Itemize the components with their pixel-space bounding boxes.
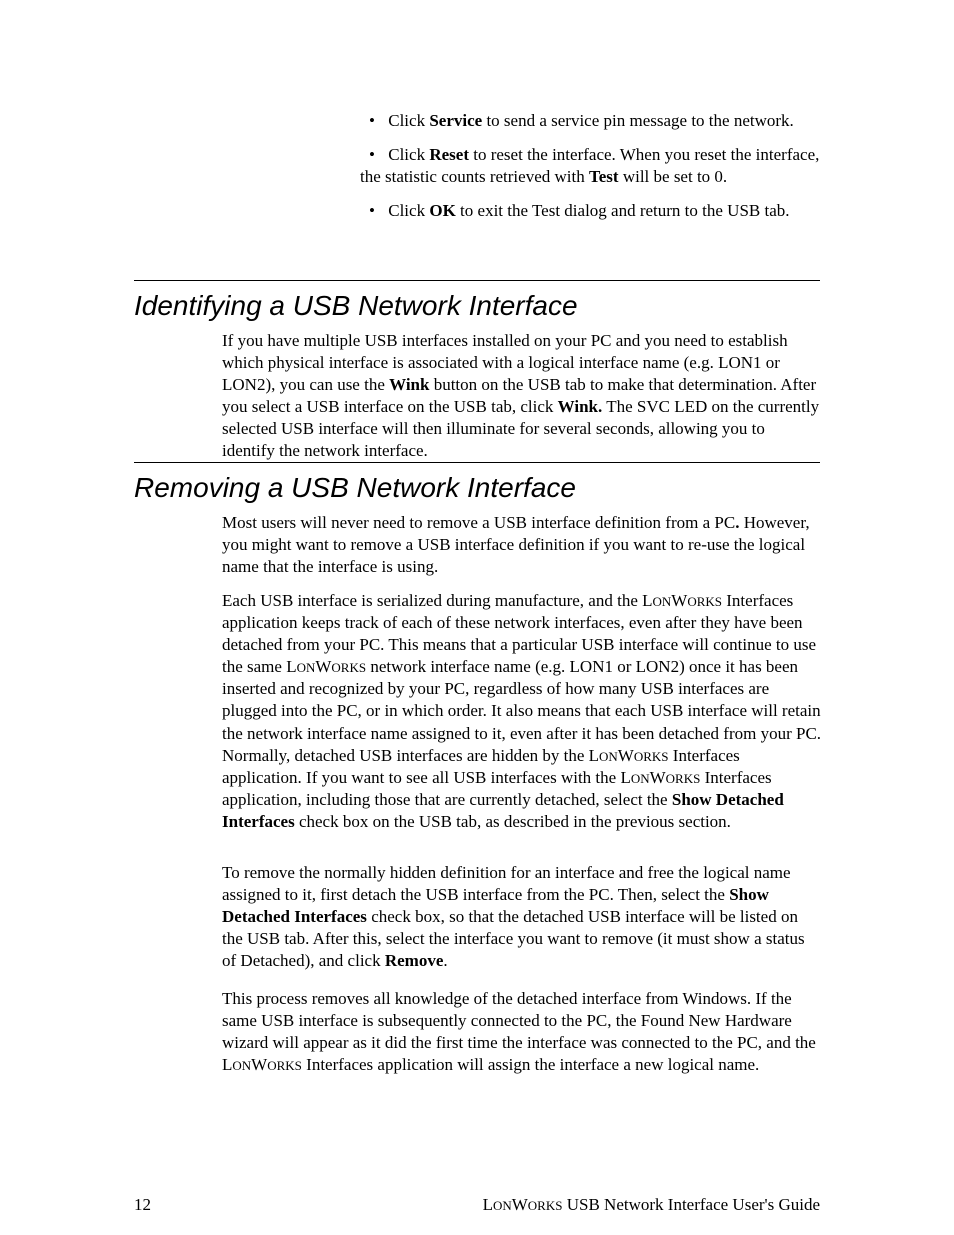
section-heading: Removing a USB Network Interface xyxy=(134,472,576,504)
paragraph: To remove the normally hidden definition… xyxy=(222,862,822,972)
horizontal-rule xyxy=(134,280,820,281)
bullet-icon: • xyxy=(360,200,384,222)
bullet-icon: • xyxy=(360,144,384,166)
bullet-list: • Click Service to send a service pin me… xyxy=(360,110,820,234)
paragraph: Most users will never need to remove a U… xyxy=(222,512,822,578)
bullet-text: Click Reset to reset the interface. When… xyxy=(360,145,819,186)
horizontal-rule xyxy=(134,462,820,463)
bullet-item: • Click OK to exit the Test dialog and r… xyxy=(360,200,820,222)
page-number: 12 xyxy=(134,1195,151,1215)
paragraph: This process removes all knowledge of th… xyxy=(222,988,822,1076)
footer-title: LONWORKS USB Network Interface User's Gu… xyxy=(483,1195,820,1215)
section-heading: Identifying a USB Network Interface xyxy=(134,290,578,322)
bullet-item: • Click Service to send a service pin me… xyxy=(360,110,820,132)
bullet-text: Click Service to send a service pin mess… xyxy=(388,111,794,130)
bullet-item: • Click Reset to reset the interface. Wh… xyxy=(360,144,820,188)
bullet-text: Click OK to exit the Test dialog and ret… xyxy=(388,201,789,220)
bullet-icon: • xyxy=(360,110,384,132)
paragraph: Each USB interface is serialized during … xyxy=(222,590,822,833)
paragraph: If you have multiple USB interfaces inst… xyxy=(222,330,822,463)
